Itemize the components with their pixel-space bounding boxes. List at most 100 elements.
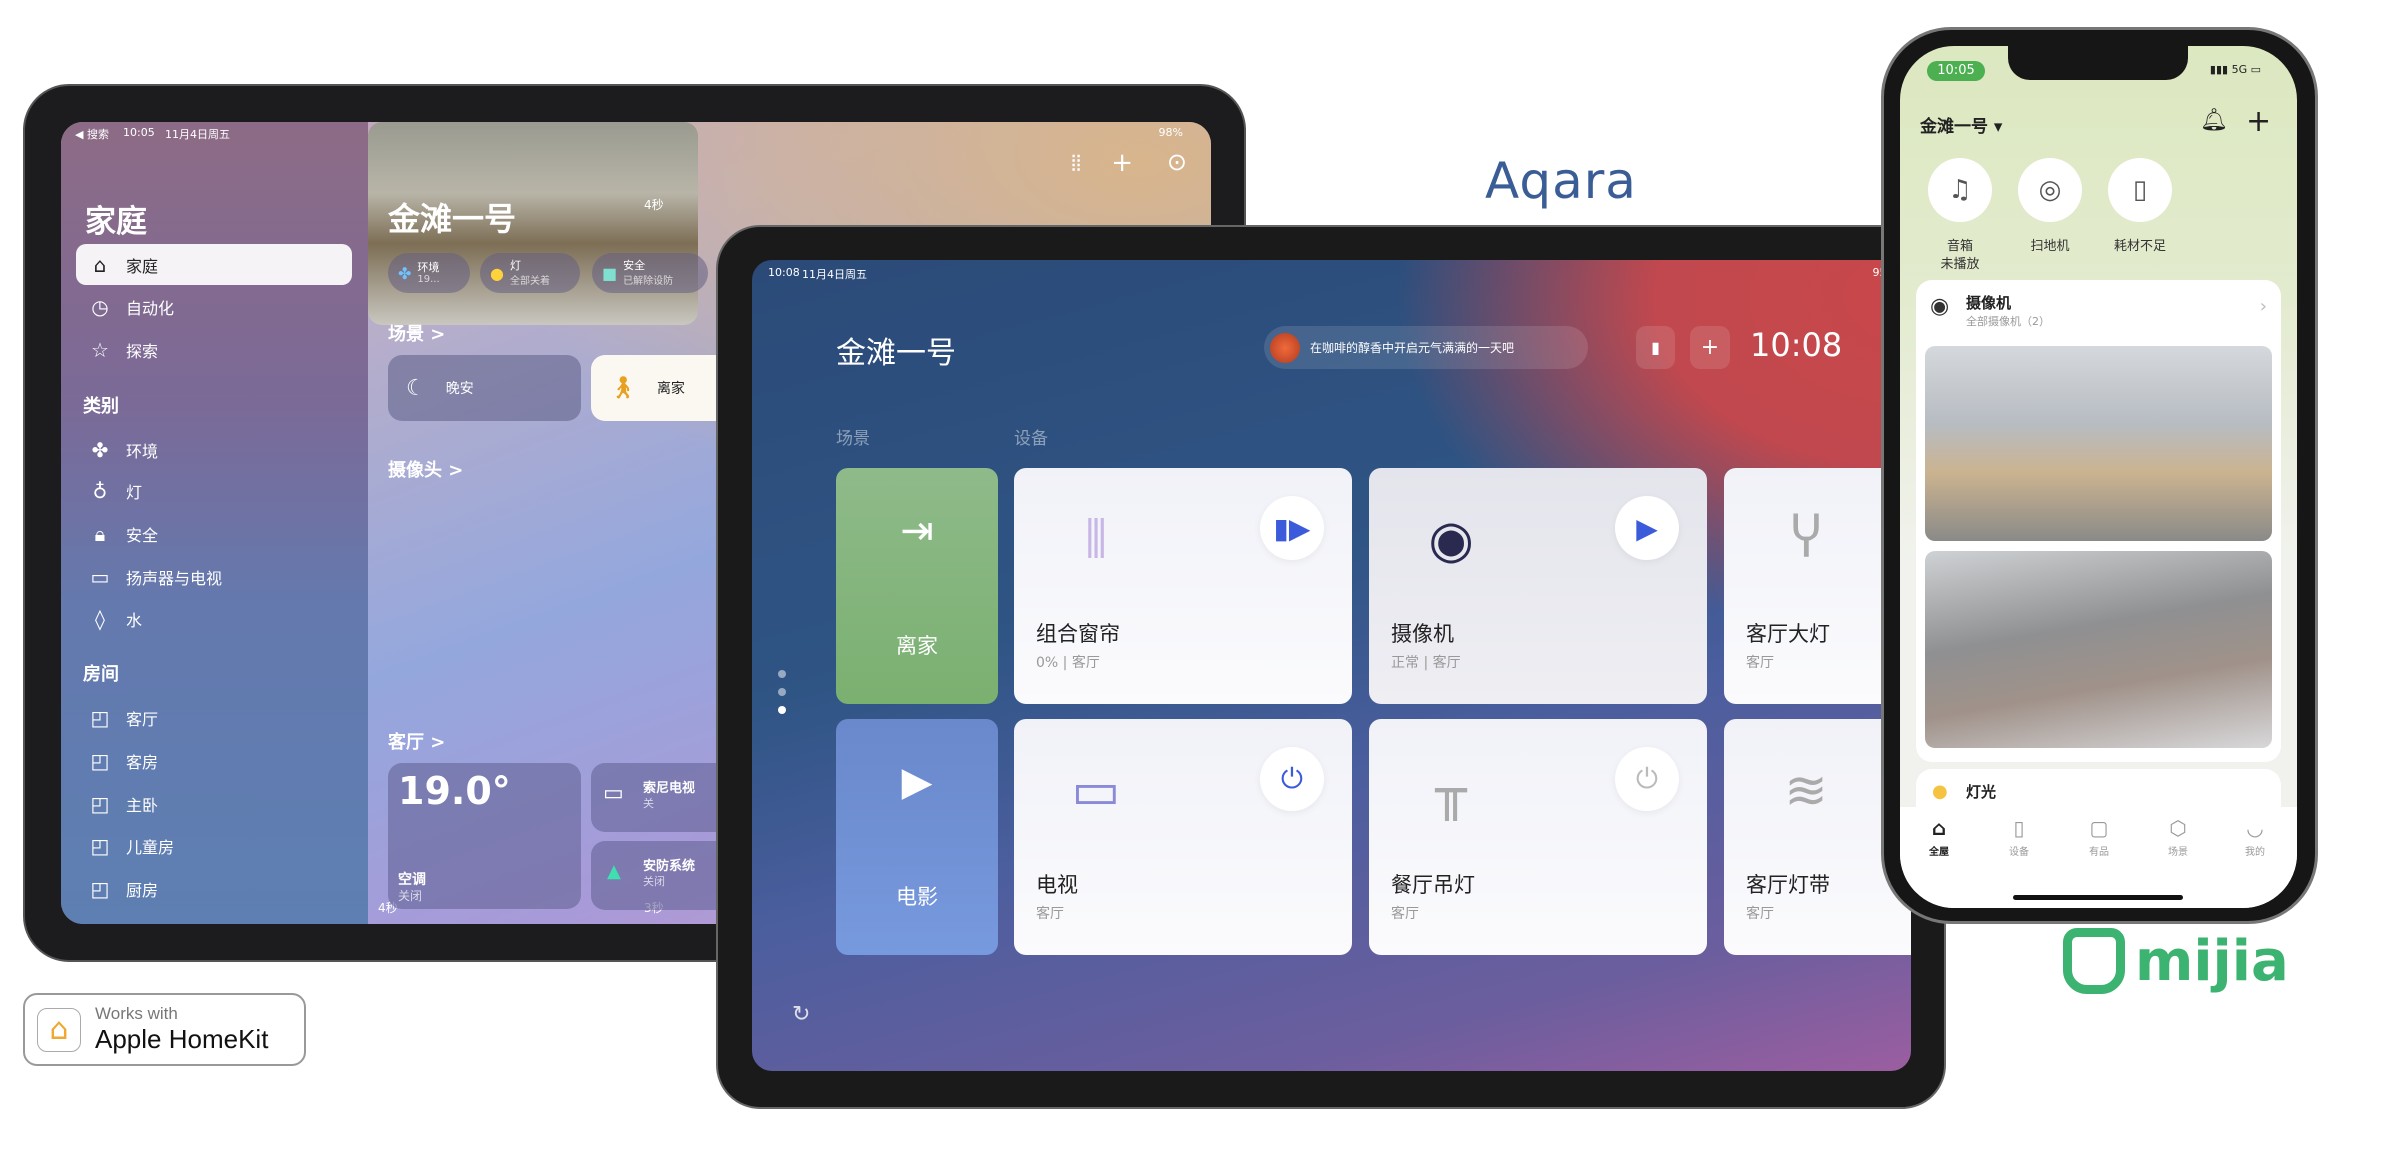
message-pill[interactable]: 在咖啡的醇香中开启元气满满的一天吧: [1264, 326, 1588, 369]
fan-icon: ✤: [91, 437, 109, 462]
tab-devices[interactable]: ▯ 设备: [1989, 816, 2049, 858]
tab-scenes[interactable]: ⬡ 场景: [2148, 816, 2208, 858]
room-icon: ◰: [90, 705, 110, 730]
home-selector[interactable]: 金滩一号 ▾: [1920, 112, 2002, 137]
rooms-heading: 房间: [83, 664, 119, 685]
add-icon[interactable]: +: [1111, 148, 1133, 178]
scene-icon: ⬡: [2169, 816, 2187, 840]
drop-icon: ◊: [95, 606, 105, 631]
devices-label: 设备: [1014, 429, 1048, 449]
consumables-button[interactable]: ▯: [2108, 158, 2172, 222]
status-back[interactable]: ◀ 搜索: [75, 126, 109, 142]
light-strip-icon: ≋: [1784, 761, 1828, 821]
clock: 10:08: [1750, 326, 1843, 364]
refresh-icon[interactable]: ↻: [792, 1002, 810, 1027]
scene-leave-home[interactable]: ⇥ 离家: [836, 468, 998, 704]
scenes-heading[interactable]: 场景 >: [388, 320, 445, 346]
cameras-heading[interactable]: 摄像头 >: [388, 456, 463, 482]
curtain-icon: ⫴: [1085, 509, 1107, 570]
device-card-camera[interactable]: ◉ ▶ 摄像机 正常 | 客厅: [1369, 468, 1707, 704]
play-icon[interactable]: ▶: [1615, 496, 1679, 560]
sidebar-item-discover[interactable]: ☆ 探索: [76, 329, 352, 370]
homekit-house-icon: ⌂: [37, 1007, 81, 1052]
chevron-right-icon[interactable]: ›: [2260, 296, 2267, 317]
chip-security[interactable]: ■ 安全 已解除设防: [592, 253, 708, 293]
status-time: 10:05: [123, 126, 155, 139]
movie-icon: ▶: [901, 759, 933, 805]
moon-icon: ☾: [406, 375, 426, 401]
voice-icon[interactable]: ⦙⦙: [1071, 152, 1081, 177]
bulb-icon: ●: [490, 263, 504, 283]
chip-lights[interactable]: ● 灯全部关着: [480, 253, 580, 293]
mijia-mark-icon: [2063, 928, 2125, 994]
page-dot[interactable]: [778, 670, 786, 678]
scene-goodnight[interactable]: ☾ 晚安: [388, 355, 581, 421]
page-dot-active[interactable]: [778, 706, 786, 714]
device-card-pendant-light[interactable]: ╥ ⏻ 餐厅吊灯 客厅: [1369, 719, 1707, 955]
sidebar-room[interactable]: ◰ 儿童房: [76, 825, 352, 866]
chip-climate[interactable]: ✤ 环境 19...: [388, 253, 470, 293]
camera-card[interactable]: ◉ 摄像机 全部摄像机（2） ›: [1916, 280, 2281, 762]
tab-store[interactable]: ▢ 有品: [2069, 816, 2129, 858]
sidebar-item-lights[interactable]: ♁ 灯: [76, 470, 352, 511]
sidebar-item-security[interactable]: 🔒︎ 安全: [76, 513, 352, 554]
lock-icon: ■: [602, 263, 618, 283]
house-icon: ⌂: [1931, 816, 1947, 840]
light-icon: ●: [1932, 781, 1948, 802]
sidebar-room[interactable]: ◰ 厨房: [76, 868, 352, 909]
bell-icon[interactable]: 🔔︎: [2200, 108, 2228, 133]
sidebar-item-automation[interactable]: ◷ 自动化: [76, 286, 352, 327]
sidebar-item-speakers-tv[interactable]: ▭ 扬声器与电视: [76, 556, 352, 597]
camera-icon: ◉: [1930, 294, 1950, 319]
camera-feed[interactable]: [1925, 551, 2272, 748]
sidebar-room[interactable]: ◰ 客厅: [76, 697, 352, 738]
power-icon[interactable]: ⏻: [1260, 747, 1324, 811]
star-icon: ☆: [91, 337, 109, 362]
room-icon: ◰: [90, 748, 110, 773]
speaker-button[interactable]: ♫: [1928, 158, 1992, 222]
sidebar: ◀ 搜索 10:05 11月4日周五 家庭 ⌂ 家庭 ◷ 自动化 ☆ 探索 类别 ✤ 环…: [61, 122, 368, 924]
aqara-screen: 10:08 11月4日周五 95% 金滩一号 在咖啡的醇香中开启元气满满的一天吧…: [752, 260, 1911, 1071]
room-icon: ◰: [90, 791, 110, 816]
store-icon: ▢: [2089, 816, 2109, 840]
room-icon: ◰: [90, 876, 110, 901]
more-icon[interactable]: ⊙: [1167, 148, 1187, 176]
scenes-label: 场景: [836, 429, 870, 449]
page-dot[interactable]: [778, 688, 786, 696]
leave-home-icon: ⇥: [900, 508, 934, 554]
mijia-logo: mijia: [2063, 928, 2289, 994]
aqara-logo: Aqara: [1485, 152, 1637, 210]
sidebar-item-home[interactable]: ⌂ 家庭: [76, 244, 352, 285]
add-icon[interactable]: +: [2246, 104, 2271, 139]
bulb-icon: ♁: [92, 478, 108, 503]
device-card-tv[interactable]: ▭ ⏻ 电视 客厅: [1014, 719, 1352, 955]
profile-icon: ◡: [2246, 816, 2264, 840]
layout-button[interactable]: ▮: [1636, 326, 1675, 369]
sidebar-title: 家庭: [85, 204, 147, 240]
sidebar-item-water[interactable]: ◊ 水: [76, 598, 352, 639]
vacuum-button[interactable]: ◎: [2018, 158, 2082, 222]
play-pause-icon[interactable]: ▮▶: [1260, 496, 1324, 560]
sidebar-room[interactable]: ◰ 主卧: [76, 783, 352, 824]
fan-icon: ✤: [398, 263, 412, 283]
network-status: ▮▮▮ 5G ▭: [2209, 63, 2261, 76]
device-icon: ▯: [2013, 816, 2025, 840]
camera-icon: ◉: [1428, 510, 1474, 570]
weather-avatar-icon: [1270, 332, 1300, 363]
tab-profile[interactable]: ◡ 我的: [2225, 816, 2285, 858]
climate-tile[interactable]: 19.0° 空调 关闭: [388, 763, 581, 909]
room-heading[interactable]: 客厅 >: [388, 728, 445, 754]
power-icon[interactable]: ⏻: [1615, 747, 1679, 811]
notch: [2008, 46, 2188, 80]
sidebar-room[interactable]: ◰ 客房: [76, 740, 352, 781]
sidebar-item-climate[interactable]: ✤ 环境: [76, 429, 352, 470]
add-button[interactable]: +: [1690, 326, 1730, 369]
tab-home[interactable]: ⌂ 全屋: [1909, 816, 1969, 858]
scene-movie[interactable]: ▶ 电影: [836, 719, 998, 955]
home-title[interactable]: 金滩一号: [836, 328, 956, 372]
tv-speaker-icon: ▭: [90, 564, 110, 589]
chandelier-icon: Ⴤ: [1790, 510, 1822, 570]
camera-feed[interactable]: [1925, 346, 2272, 541]
device-card-curtain[interactable]: ⫴ ▮▶ 组合窗帘 0% | 客厅: [1014, 468, 1352, 704]
home-indicator: [2013, 895, 2183, 900]
